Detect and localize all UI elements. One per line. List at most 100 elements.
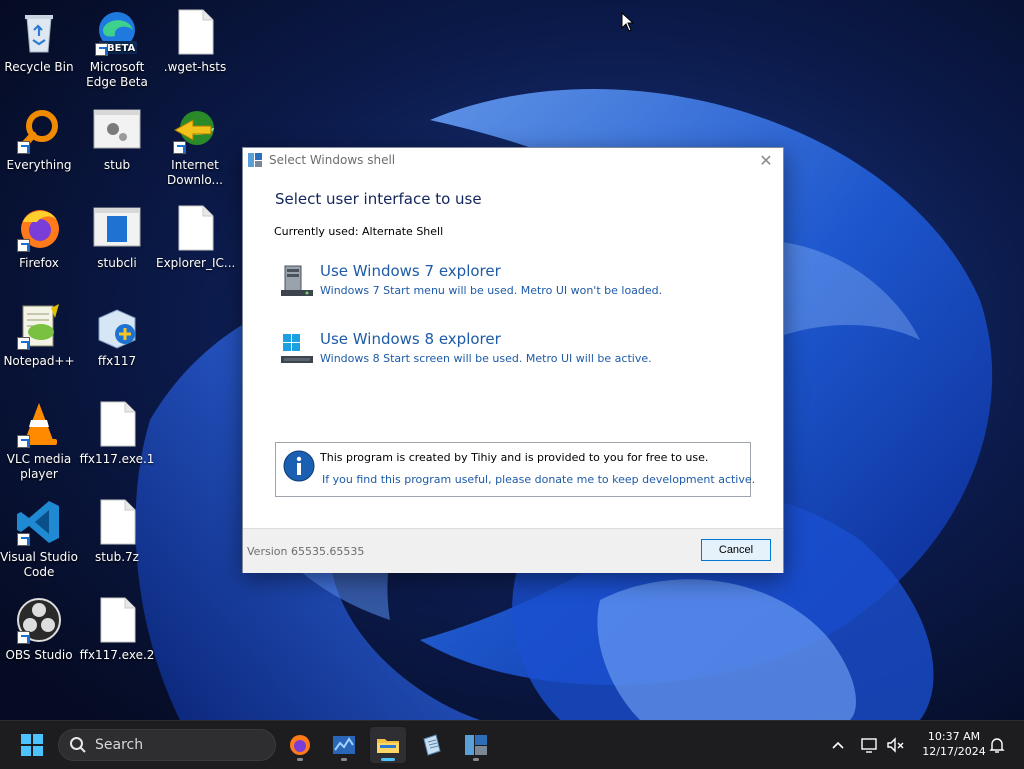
desktop-icon-label: Microsoft Edge Beta [86,60,148,89]
desktop-icon-vscode[interactable]: Visual Studio Code [0,498,78,580]
desktop-icon-label: Notepad++ [3,354,75,368]
desktop-icon-label: ffx117.exe.2 [79,648,155,662]
info-icon [283,450,315,482]
folder-icon [377,739,399,753]
network-icon[interactable] [860,735,880,755]
desktop-icon-edge-beta[interactable]: BETA Microsoft Edge Beta [78,8,156,90]
blank-file-icon [93,596,141,644]
dialog-footer: Version 65535.65535 Cancel [243,528,783,573]
search-placeholder: Search [95,737,144,753]
running-indicator [297,758,303,761]
shortcut-arrow-icon [173,141,186,154]
desktop-icon-wget-hsts[interactable]: .wget-hsts [156,8,234,75]
search-icon [70,737,86,753]
vscode-icon [15,498,63,546]
desktop-icon-obs-studio[interactable]: OBS Studio [0,596,78,663]
desktop-icon-stub[interactable]: stub [78,106,156,173]
recycle-bin-icon [15,8,63,56]
taskbar-select-shell[interactable] [458,727,494,763]
desktop-icon-everything[interactable]: Everything [0,106,78,173]
chart-window-icon [333,736,355,754]
taskbar: Search 10:37 AM 12/17/2024 [0,720,1024,769]
option-windows-7-explorer[interactable]: Use Windows 7 explorer Windows 7 Start m… [279,262,719,306]
installer-box-icon [93,302,141,350]
running-indicator [381,758,395,761]
firefox-icon [290,735,310,755]
firefox-icon [15,204,63,252]
dialog-heading: Select user interface to use [275,190,482,208]
desktop-icon-label: VLC media player [6,452,72,481]
desktop-icon-label: OBS Studio [5,648,73,662]
desktop-icon-firefox[interactable]: Firefox [0,204,78,271]
shortcut-arrow-icon [17,239,30,252]
running-indicator [341,758,347,761]
version-text: Version 65535.65535 [247,545,365,558]
desktop-icon-ffx117-exe-2[interactable]: ffx117.exe.2 [78,596,156,663]
desktop-icon-stub-7z[interactable]: stub.7z [78,498,156,565]
beta-badge: BETA [107,43,136,54]
notepad-icon [423,734,441,756]
option-title: Use Windows 8 explorer [320,330,501,348]
windows-start-icon [21,734,43,756]
magnifier-icon [15,106,63,154]
donate-link[interactable]: If you find this program useful, please … [322,473,755,486]
taskbar-file-explorer[interactable] [370,727,406,763]
taskbar-search-box[interactable]: Search [58,729,276,761]
desktop-icon-ffx117-exe-1[interactable]: ffx117.exe.1 [78,400,156,467]
obs-icon [15,596,63,644]
shortcut-arrow-icon [17,435,30,448]
globe-download-icon [171,106,219,154]
running-indicator [473,758,479,761]
current-shell-text: Currently used: Alternate Shell [274,225,444,238]
desktop-icon-label: Internet Downlo... [167,158,223,187]
clock-time: 10:37 AM [927,730,981,743]
taskbar-app-notes[interactable] [414,727,450,763]
notification-bell-icon[interactable] [987,735,1007,755]
desktop-icon-explorer-ic[interactable]: Explorer_IC... [156,204,236,271]
volume-muted-icon[interactable] [885,735,905,755]
desktop-icon-stubcli[interactable]: stubcli [78,204,156,271]
dialog-title: Select Windows shell [269,153,396,167]
desktop-icon-vlc[interactable]: VLC media player [0,400,78,482]
desktop-icon-label: Recycle Bin [4,60,74,74]
blank-file-icon [93,498,141,546]
info-credit-text: This program is created by Tihiy and is … [320,451,709,464]
close-button[interactable]: ✕ [751,148,781,172]
chevron-up-icon[interactable] [828,735,848,755]
start-button[interactable] [14,727,50,763]
edge-beta-icon: BETA [93,8,141,56]
option-description: Windows 7 Start menu will be used. Metro… [320,284,663,297]
desktop-icon-label: Firefox [19,256,59,270]
dialog-titlebar[interactable]: Select Windows shell ✕ [243,148,783,172]
desktop-icon-notepad-plus-plus[interactable]: Notepad++ [0,302,78,369]
taskbar-firefox[interactable] [282,727,318,763]
desktop-icon-internet-download-manager[interactable]: Internet Downlo... [156,106,234,188]
app-window-icon [248,153,262,167]
notepad-chameleon-icon [15,302,63,350]
desktop-icon-label: ffx117.exe.1 [79,452,155,466]
desktop-icon-recycle-bin[interactable]: Recycle Bin [0,8,78,75]
dialog-content: Select user interface to use Currently u… [243,172,783,528]
option-description: Windows 8 Start screen will be used. Met… [320,352,652,365]
server-tower-icon [281,265,313,296]
select-windows-shell-dialog: Select Windows shell ✕ Select user inter… [242,147,784,573]
desktop-icon-ffx117[interactable]: ffx117 [78,302,156,369]
desktop-icon-label: stub [103,158,131,172]
info-box: This program is created by Tihiy and is … [275,442,755,497]
vlc-cone-icon [15,400,63,448]
windows-logo-icon [281,334,313,363]
taskbar-task-manager[interactable] [326,727,362,763]
blank-file-icon [171,8,219,56]
close-icon: ✕ [759,150,773,170]
blank-file-icon [93,400,141,448]
shortcut-arrow-icon [17,533,30,546]
option-windows-8-explorer[interactable]: Use Windows 8 explorer Windows 8 Start s… [279,330,719,374]
taskbar-clock[interactable]: 10:37 AM 12/17/2024 [912,729,996,759]
desktop-icon-label: stub.7z [95,550,139,564]
desktop-icon-label: ffx117 [97,354,137,368]
shortcut-arrow-icon [17,631,30,644]
option-title: Use Windows 7 explorer [320,262,501,280]
desktop-icon-label: Explorer_IC... [156,256,236,270]
desktop-icon-label: stubcli [97,256,137,270]
cancel-button[interactable]: Cancel [701,539,771,561]
